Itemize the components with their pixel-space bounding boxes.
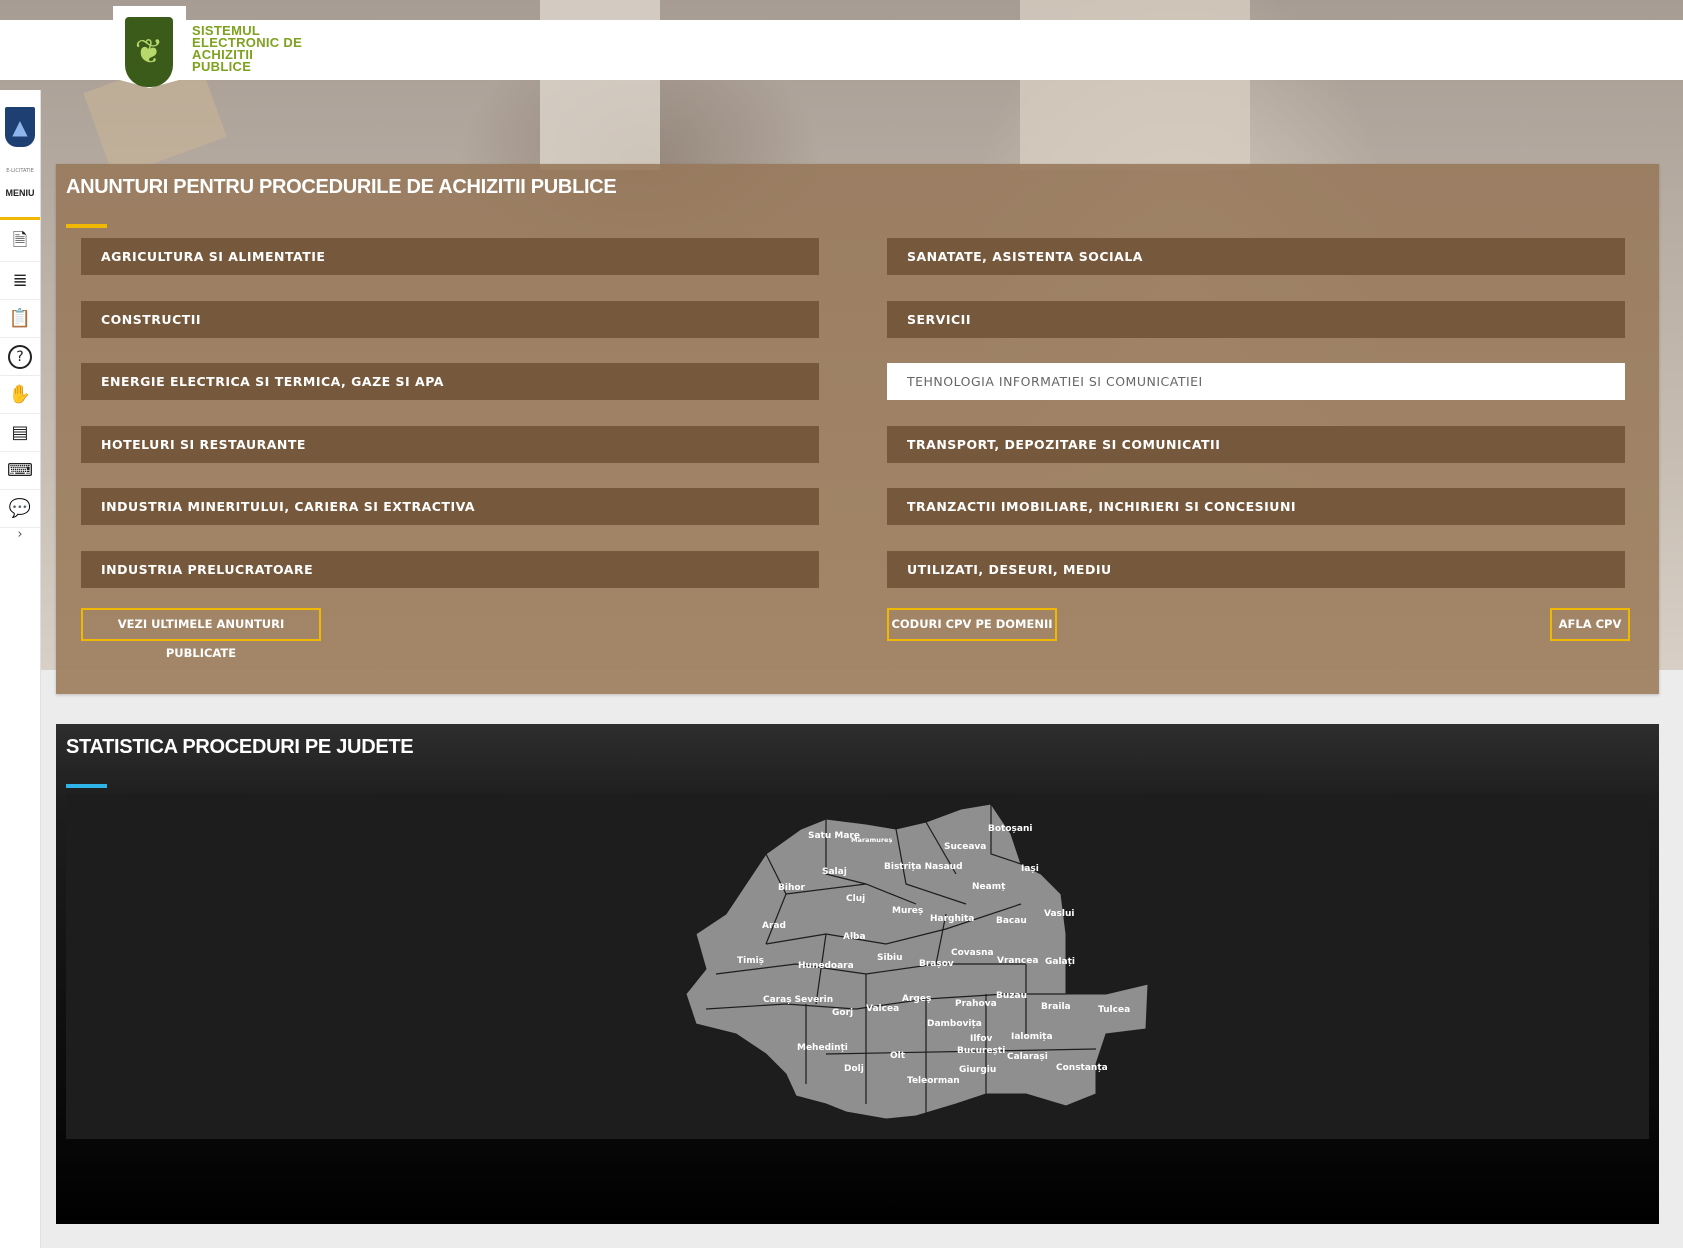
e-licitatie-logo-icon[interactable]: ▲ [5,107,35,147]
county-label: Valcea [866,1004,899,1014]
county-label: Salaj [822,867,847,877]
county-label: Alba [843,932,866,942]
document-icon: 🗎 [12,229,28,251]
county-label: Prahova [955,999,997,1009]
hand-money-icon: ✋ [8,384,32,405]
county-label: Neamț [972,882,1006,892]
sidebar-item-keyboard[interactable]: ⌨ [0,452,40,490]
title-accent-bar [66,784,107,788]
county-label: Buzau [996,991,1027,1001]
sidebar-item-documents[interactable]: 🗎 [0,224,40,262]
sidebar-item-clipboard[interactable]: 📋 [0,300,40,338]
clipboard-check-icon: 📋 [8,308,32,329]
county-label: Calarași [1007,1052,1048,1062]
romania-map[interactable]: Satu Mare Maramureș Botoșani Suceava Sal… [66,794,1649,1139]
county-label: Tulcea [1098,1005,1130,1015]
chat-icon: 💬 [8,498,32,519]
county-label: Argeș [902,994,931,1004]
county-label: Mureș [892,906,923,916]
county-label: Galați [1045,957,1075,967]
county-label: Teleorman [907,1076,960,1086]
help-icon: ? [8,344,32,369]
county-label: Olt [890,1051,906,1061]
cpv-codes-button[interactable]: CODURI CPV PE DOMENII [887,608,1057,641]
sidebar-item-help[interactable]: ? [0,338,40,376]
title-accent-bar [66,224,107,228]
statistics-title: STATISTICA PROCEDURI PE JUDETE [66,736,414,758]
county-label: Timiș [737,956,764,966]
category-industria-mineritului[interactable]: INDUSTRIA MINERITULUI, CARIERA SI EXTRAC… [81,488,819,525]
county-label: Mehedinți [797,1043,848,1053]
county-statistics-panel: STATISTICA PROCEDURI PE JUDETE Satu Mare… [56,724,1659,1224]
county-label: Dambovița [927,1019,982,1029]
category-utilitati[interactable]: UTILIZATI, DESEURI, MEDIU [887,551,1625,588]
county-label: Hunedoara [798,961,854,971]
sidebar-menu-underline [0,217,40,220]
county-label: Maramureș [851,836,892,844]
sidebar-menu-label[interactable]: MENIU [0,188,40,198]
county-label: Suceava [944,842,986,852]
county-label: Bistrița Nasaud [884,862,963,872]
county-label: Ialomița [1011,1032,1053,1042]
romania-map-svg[interactable]: Satu Mare Maramureș Botoșani Suceava Sal… [66,794,1649,1139]
county-label: București [957,1046,1005,1056]
county-label: Sibiu [877,953,903,963]
keyboard-icon: ⌨ [7,460,33,481]
category-constructii[interactable]: CONSTRUCTII [81,301,819,338]
sidebar-item-contacts[interactable]: ▤ [0,414,40,452]
county-label: Harghita [930,914,974,924]
list-export-icon: ≣ [12,270,28,291]
county-label: Giurgiu [959,1065,996,1075]
county-label: Bihor [778,883,806,893]
sidebar-item-payments[interactable]: ✋ [0,376,40,414]
logo-line: PUBLICE [192,59,252,74]
announcements-panel: ANUNTURI PENTRU PROCEDURILE DE ACHIZITII… [56,164,1659,694]
category-tranzactii-imobiliare[interactable]: TRANZACTII IMOBILIARE, INCHIRIERI SI CON… [887,488,1625,525]
latest-announcements-button[interactable]: VEZI ULTIMELE ANUNTURI PUBLICATE [81,608,321,660]
category-agricultura[interactable]: AGRICULTURA SI ALIMENTATIE [81,238,819,275]
find-cpv-button[interactable]: AFLA CPV [1550,608,1630,641]
announcements-title: ANUNTURI PENTRU PROCEDURILE DE ACHIZITII… [66,176,617,198]
county-label: Ilfov [970,1034,993,1044]
category-industria-prelucratoare[interactable]: INDUSTRIA PRELUCRATOARE [81,551,819,588]
county-label: Gorj [832,1008,853,1018]
county-label: Bacau [996,916,1027,926]
county-label: Braila [1041,1002,1071,1012]
sidebar-brand-text: E-LICITATIE [6,168,34,174]
category-transport[interactable]: TRANSPORT, DEPOZITARE SI COMUNICATII [887,426,1625,463]
sidebar-item-list[interactable]: ≣ [0,262,40,300]
county-label: Caraș Severin [763,995,833,1005]
contact-card-icon: ▤ [11,422,29,443]
county-label: Vaslui [1044,909,1074,919]
category-hoteluri[interactable]: HOTELURI SI RESTAURANTE [81,426,819,463]
county-label: Iași [1021,864,1039,874]
wheat-shield-icon[interactable]: ❦ [125,17,173,87]
county-label: Cluj [846,894,865,904]
county-label: Constanța [1056,1063,1108,1073]
sidebar-expand-chevron-icon[interactable]: › [0,527,40,542]
site-logo-text[interactable]: SISTEMUL ELECTRONIC DE ACHIZITII PUBLICE [192,24,332,74]
category-energie[interactable]: ENERGIE ELECTRICA SI TERMICA, GAZE SI AP… [81,363,819,400]
county-label: Brașov [919,959,954,969]
county-label: Arad [762,921,786,931]
category-tehnologia-informatiei[interactable]: TEHNOLOGIA INFORMATIEI SI COMUNICATIEI [887,363,1625,400]
category-sanatate[interactable]: SANATATE, ASISTENTA SOCIALA [887,238,1625,275]
sidebar: ▲ E-LICITATIE MENIU 🗎 ≣ 📋 ? ✋ ▤ ⌨ 💬 › [0,90,41,1248]
sidebar-item-chat[interactable]: 💬 [0,490,40,528]
county-label: Vrancea [997,956,1038,966]
category-servicii[interactable]: SERVICII [887,301,1625,338]
county-label: Dolj [844,1064,864,1074]
county-label: Botoșani [988,824,1032,834]
county-label: Covasna [951,948,994,958]
